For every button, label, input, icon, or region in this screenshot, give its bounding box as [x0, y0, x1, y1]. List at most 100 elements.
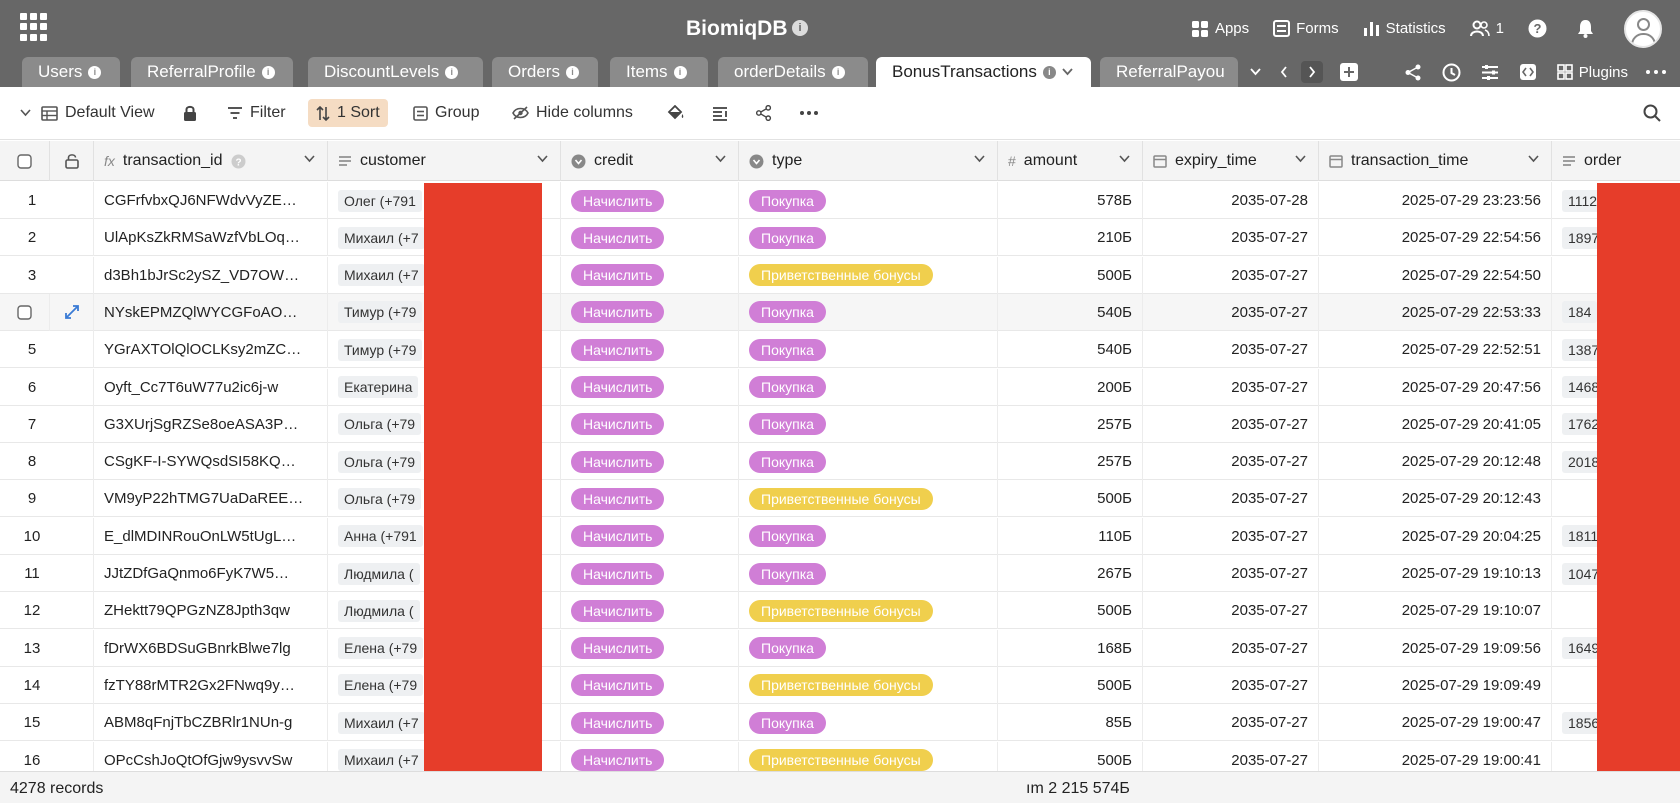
transaction-time-cell[interactable]: 2025-07-29 22:54:50 — [1319, 256, 1552, 294]
amount-cell[interactable]: 540Б — [998, 293, 1143, 331]
transaction-id-cell[interactable]: UlApKsZkRMSaWzfVbLOq… — [94, 219, 328, 257]
customer-link[interactable]: Людмила ( — [338, 562, 420, 585]
credit-cell[interactable]: Начислить — [561, 666, 739, 704]
statistics-button[interactable]: Statistics — [1363, 20, 1446, 37]
table-row[interactable]: 3 d3Bh1bJrSc2ySZ_VD7OW… Михаил (+7 Начислит… — [0, 256, 1680, 294]
expiry-time-cell[interactable]: 2035-07-27 — [1143, 592, 1319, 630]
table-row[interactable]: 7 G3XUrjSgRZSe8oeASA3P… Ольга (+79 Начислит… — [0, 405, 1680, 443]
tab-items[interactable]: Items i — [610, 57, 708, 87]
search-button[interactable] — [1643, 99, 1668, 127]
help-button[interactable]: ? — [1528, 19, 1553, 38]
type-cell[interactable]: Покупка — [739, 555, 998, 592]
amount-cell[interactable]: 540Б — [998, 331, 1143, 369]
expiry-time-cell[interactable]: 2035-07-27 — [1143, 368, 1319, 406]
amount-cell[interactable]: 500Б — [998, 741, 1143, 771]
tab-info-icon[interactable]: i — [831, 65, 845, 79]
customer-link[interactable]: Михаил (+7 — [338, 749, 425, 771]
credit-cell[interactable]: Начислить — [561, 331, 739, 369]
type-cell[interactable]: Покупка — [739, 293, 998, 331]
transaction-time-cell[interactable]: 2025-07-29 22:54:56 — [1319, 219, 1552, 257]
amount-cell[interactable]: 168Б — [998, 629, 1143, 667]
customer-link[interactable]: Елена (+79 — [338, 637, 424, 660]
customer-link[interactable]: Михаил (+7 — [338, 264, 425, 287]
transaction-id-cell[interactable]: E_dlMDINRouOnLW5tUgL… — [94, 517, 328, 555]
column-header-order[interactable]: order — [1552, 141, 1680, 181]
credit-cell[interactable]: Начислить — [561, 592, 739, 630]
expiry-time-cell[interactable]: 2035-07-27 — [1143, 555, 1319, 592]
credit-cell[interactable]: Начислить — [561, 517, 739, 555]
transaction-id-cell[interactable]: OPcCshJoQtOfGjw9ysvvSw — [94, 741, 328, 771]
tab-referralprofile[interactable]: ReferralProfile i — [131, 57, 293, 87]
info-icon[interactable]: i — [792, 20, 808, 36]
transaction-id-cell[interactable]: CSgKF-I-SYWQsdSI58KQ… — [94, 443, 328, 481]
transaction-time-cell[interactable]: 2025-07-29 19:09:49 — [1319, 666, 1552, 704]
type-cell[interactable]: Покупка — [739, 331, 998, 369]
credit-cell[interactable]: Начислить — [561, 443, 739, 481]
column-header-amount[interactable]: # amount — [998, 141, 1143, 181]
table-row[interactable]: 5 YGrAXTOlQlOCLKsy2mZC… Тимур (+79 Начислит… — [0, 331, 1680, 369]
lock-column-header[interactable] — [50, 141, 94, 181]
transaction-id-cell[interactable]: G3XUrjSgRZSe8oeASA3P… — [94, 405, 328, 443]
lock-view-button[interactable] — [183, 99, 204, 127]
amount-cell[interactable]: 257Б — [998, 443, 1143, 481]
tab-discountlevels[interactable]: DiscountLevels i — [308, 57, 483, 87]
row-height-button[interactable] — [712, 99, 735, 127]
amount-cell[interactable]: 267Б — [998, 555, 1143, 592]
credit-cell[interactable]: Начислить — [561, 293, 739, 331]
transaction-id-cell[interactable]: JJtZDfGaQnmo6FyK7W5… — [94, 555, 328, 592]
column-header-credit[interactable]: credit — [561, 141, 739, 181]
tab-info-icon[interactable]: i — [445, 65, 459, 79]
type-cell[interactable]: Приветственные бонусы — [739, 666, 998, 704]
transaction-time-cell[interactable]: 2025-07-29 19:00:47 — [1319, 704, 1552, 742]
code-button[interactable] — [1519, 63, 1537, 81]
tab-bonustransactions[interactable]: BonusTransactions i — [876, 57, 1091, 87]
tab-info-icon[interactable]: i — [565, 65, 579, 79]
column-header-type[interactable]: type — [739, 141, 998, 181]
table-row[interactable]: 16 OPcCshJoQtOfGjw9ysvvSw Михаил (+7 Начисл… — [0, 741, 1680, 771]
more-view-options-button[interactable] — [800, 99, 825, 127]
order-link[interactable]: 184 — [1562, 301, 1598, 324]
type-cell[interactable]: Приветственные бонусы — [739, 256, 998, 294]
customer-link[interactable]: Людмила ( — [338, 599, 420, 622]
row-checkbox[interactable] — [0, 293, 50, 331]
table-row[interactable]: 8 CSgKF-I-SYWQsdSI58KQ… Ольга (+79 Начислит… — [0, 443, 1680, 481]
transaction-time-cell[interactable]: 2025-07-29 20:47:56 — [1319, 368, 1552, 406]
type-cell[interactable]: Приветственные бонусы — [739, 480, 998, 518]
customer-link[interactable]: Екатерина — [338, 376, 419, 398]
customer-link[interactable]: Михаил (+7 — [338, 226, 425, 249]
more-tabs-chevron[interactable] — [1245, 61, 1267, 83]
expiry-time-cell[interactable]: 2035-07-27 — [1143, 517, 1319, 555]
credit-cell[interactable]: Начислить — [561, 704, 739, 742]
expiry-time-cell[interactable]: 2035-07-27 — [1143, 219, 1319, 257]
customer-link[interactable]: Тимур (+79 — [338, 338, 423, 361]
transaction-id-cell[interactable]: ZHektt79QPGzNZ8Jpth3qw — [94, 592, 328, 630]
sort-button[interactable]: 1 Sort — [308, 99, 388, 127]
expiry-time-cell[interactable]: 2035-07-27 — [1143, 741, 1319, 771]
credit-cell[interactable]: Начислить — [561, 405, 739, 443]
customer-link[interactable]: Ольга (+79 — [338, 487, 422, 510]
column-header-expiry-time[interactable]: expiry_time — [1143, 141, 1319, 181]
table-row[interactable]: 9 VM9yP22hTMG7UaDaREE… Ольга (+79 Начислить… — [0, 480, 1680, 518]
credit-cell[interactable]: Начислить — [561, 741, 739, 771]
table-row[interactable]: 14 fzTY88rMTR2Gx2FNwq9y… Елена (+79 Начисли… — [0, 666, 1680, 704]
history-button[interactable] — [1442, 63, 1461, 82]
expiry-time-cell[interactable]: 2035-07-27 — [1143, 443, 1319, 481]
tab-info-icon[interactable]: i — [1042, 65, 1056, 79]
tab-orderdetails[interactable]: orderDetails i — [718, 57, 868, 87]
type-cell[interactable]: Покупка — [739, 443, 998, 481]
table-row[interactable]: 12 ZHektt79QPGzNZ8Jpth3qw Людмила (Начисли… — [0, 592, 1680, 630]
credit-cell[interactable]: Начислить — [561, 555, 739, 592]
table-row[interactable]: NYskEPMZQlWYCGFoAO… Тимур (+79 Начислить По… — [0, 293, 1680, 331]
expiry-time-cell[interactable]: 2035-07-27 — [1143, 704, 1319, 742]
collaborators-button[interactable]: 1 — [1469, 20, 1504, 37]
type-cell[interactable]: Покупка — [739, 629, 998, 667]
table-row[interactable]: 2 UlApKsZkRMSaWzfVbLOq… Михаил (+7 Начислит… — [0, 219, 1680, 257]
hide-columns-button[interactable]: Hide columns — [512, 99, 633, 127]
tab-users[interactable]: Users i — [22, 57, 120, 87]
type-cell[interactable]: Покупка — [739, 368, 998, 406]
amount-cell[interactable]: 85Б — [998, 704, 1143, 742]
table-row[interactable]: 1 CGFrfvbxQJ6NFWdvVyZE… Олег (+791 Начислит… — [0, 182, 1680, 219]
transaction-id-cell[interactable]: Oyft_Cc7T6uW77u2ic6j-w — [94, 368, 328, 406]
type-cell[interactable]: Приветственные бонусы — [739, 741, 998, 771]
amount-cell[interactable]: 200Б — [998, 368, 1143, 406]
